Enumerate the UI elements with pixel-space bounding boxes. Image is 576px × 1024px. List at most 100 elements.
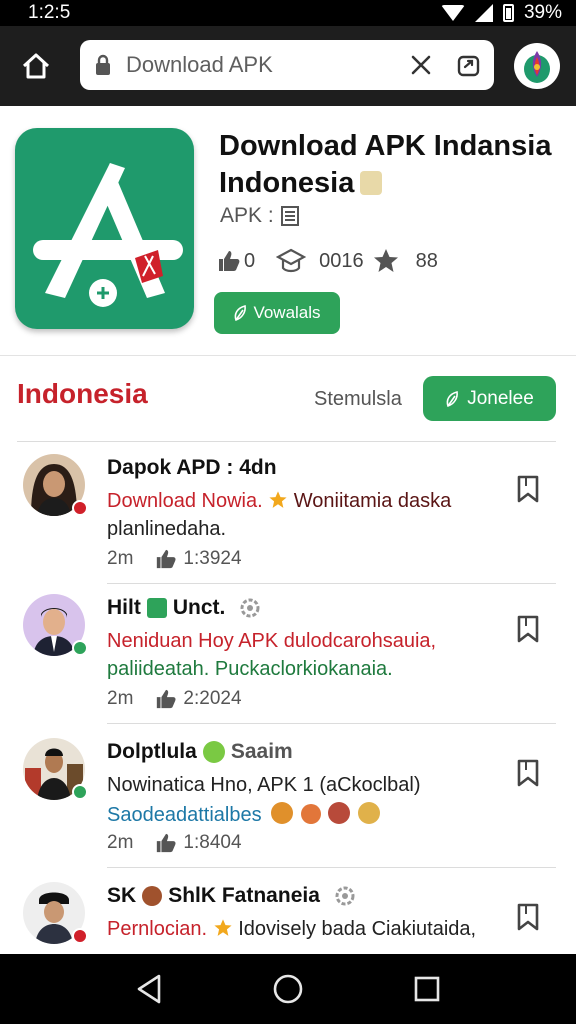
row-divider bbox=[107, 723, 556, 724]
comment-text-line1: Download Nowia. Woniitamia daska bbox=[107, 490, 507, 513]
download-button[interactable]: Vowalals bbox=[214, 292, 340, 334]
bookmark-button[interactable] bbox=[513, 472, 543, 506]
app-logo[interactable] bbox=[15, 128, 194, 329]
comment-author[interactable]: Dapok APD : 4dn bbox=[107, 456, 277, 480]
cap-icon bbox=[275, 248, 307, 274]
list-item[interactable]: Dapok APD : 4dn Download Nowia. Woniitam… bbox=[0, 444, 576, 584]
comment-author-name: Dolptlula bbox=[107, 740, 197, 763]
emoji-icon bbox=[271, 802, 294, 824]
stat-count: 0016 bbox=[319, 249, 364, 272]
settings-icon bbox=[335, 886, 355, 906]
star-emoji-icon bbox=[269, 491, 287, 508]
section-title: Indonesia bbox=[17, 378, 148, 409]
comment-author-tag: ShlK Fatnaneia bbox=[168, 884, 320, 907]
comment-text-line2: paliideatah. Puckaclorkiokanaia. bbox=[107, 658, 393, 680]
bookmark-button[interactable] bbox=[513, 612, 543, 646]
bookmark-icon bbox=[517, 475, 539, 503]
url-bar[interactable]: Download APK bbox=[80, 40, 494, 90]
avatar-emoji-icon bbox=[142, 886, 163, 906]
emoji-icon bbox=[300, 804, 321, 824]
app-title-line1: Download APK Indansia bbox=[219, 130, 552, 162]
bookmark-button[interactable] bbox=[513, 900, 543, 934]
status-time: 1:2:5 bbox=[28, 2, 71, 23]
profile-button[interactable] bbox=[514, 43, 560, 89]
section-link[interactable]: Stemulsla bbox=[314, 388, 402, 411]
home-circle-icon bbox=[273, 974, 303, 1004]
comment-time: 2m bbox=[107, 548, 134, 569]
leaf-badge-icon bbox=[146, 598, 167, 618]
comment-text: Idovisely bada Ciakiutaida, bbox=[238, 918, 477, 940]
comment-meta: 2m 1:8404 bbox=[107, 832, 242, 854]
leaf-icon bbox=[446, 390, 459, 407]
comment-author-tag: Unct. bbox=[172, 596, 226, 619]
recents-button[interactable] bbox=[405, 967, 449, 1011]
follow-button[interactable]: Jonelee bbox=[423, 376, 556, 421]
url-text[interactable]: Download APK bbox=[126, 52, 404, 78]
comment-meta: 2m 1:3924 bbox=[107, 548, 242, 570]
verified-badge bbox=[72, 784, 88, 800]
section-divider bbox=[17, 441, 556, 442]
profile-icon bbox=[524, 51, 550, 83]
share-button[interactable] bbox=[452, 48, 486, 82]
star-emoji-icon bbox=[214, 919, 232, 936]
comment-text-line1: Pernlocian. Idovisely bada Ciakiutaida, bbox=[107, 918, 507, 941]
bookmark-icon bbox=[517, 903, 539, 931]
bookmark-button[interactable] bbox=[513, 756, 543, 790]
app-subtitle: APK : bbox=[220, 204, 300, 228]
comment-text-line2: Saodeadattialbes bbox=[107, 802, 507, 827]
like-button[interactable]: 2:2024 bbox=[155, 688, 242, 710]
comment-author-name: Hilt bbox=[107, 596, 141, 619]
document-icon bbox=[280, 206, 299, 226]
app-title-line2-wrap: Indonesia bbox=[219, 165, 569, 202]
status-icons: 39% bbox=[440, 2, 562, 24]
back-icon bbox=[138, 974, 161, 1004]
like-count: 2:2024 bbox=[183, 688, 242, 709]
bookmark-icon bbox=[517, 759, 539, 787]
comment-author[interactable]: Dolptlula Saaim bbox=[107, 740, 293, 764]
download-button-label: Vowalals bbox=[253, 303, 321, 322]
home-nav-button[interactable] bbox=[266, 967, 310, 1011]
signal-icon bbox=[474, 4, 493, 22]
comment-text: Saodeadattialbes bbox=[107, 804, 262, 826]
battery-level: 39% bbox=[523, 2, 562, 23]
share-icon bbox=[457, 55, 480, 77]
leaf-badge-icon bbox=[202, 741, 225, 763]
star-icon bbox=[370, 248, 402, 274]
home-icon bbox=[22, 53, 50, 79]
comment-highlight: Download Nowia. bbox=[107, 490, 263, 512]
app-subtitle-text: APK : bbox=[220, 204, 274, 227]
like-button[interactable]: 1:3924 bbox=[155, 548, 242, 570]
comment-text: Woniitamia daska bbox=[293, 490, 452, 512]
thumbs-up-icon bbox=[157, 549, 176, 569]
list-item[interactable]: SK ShlK Fatnaneia Pernlocian. Idovisely … bbox=[0, 872, 576, 954]
comment-author[interactable]: Hilt Unct. bbox=[107, 596, 261, 620]
list-item[interactable]: Hilt Unct. Neniduan Hoy APK dulodcarohsa… bbox=[0, 584, 576, 724]
comment-text-line2: planlinedaha. bbox=[107, 518, 226, 540]
bookmark-icon bbox=[517, 615, 539, 643]
status-badge bbox=[72, 500, 88, 516]
like-count: 1:8404 bbox=[183, 832, 242, 853]
like-button[interactable]: 1:8404 bbox=[155, 832, 242, 854]
comment-time: 2m bbox=[107, 688, 134, 709]
emoji-icon bbox=[357, 802, 380, 824]
wifi-icon bbox=[440, 5, 465, 21]
app-title-line2: Indonesia bbox=[219, 167, 355, 199]
home-button[interactable] bbox=[17, 47, 55, 85]
row-divider bbox=[107, 867, 556, 868]
stat-likes: 0 bbox=[244, 249, 256, 272]
app-title: Download APK Indansia Indonesia bbox=[219, 128, 569, 202]
clear-url-button[interactable] bbox=[404, 48, 438, 82]
recents-icon bbox=[414, 976, 439, 1002]
status-bar: 1:2:5 39% bbox=[0, 0, 576, 26]
browser-toolbar: Download APK bbox=[0, 26, 576, 106]
stat-rating: 88 bbox=[415, 249, 438, 272]
thumbs-up-icon bbox=[216, 248, 242, 274]
app-header: Download APK Indansia Indonesia APK : 0 … bbox=[0, 106, 576, 356]
system-navigation-bar bbox=[0, 954, 576, 1024]
emoji-icon bbox=[328, 802, 351, 824]
list-item[interactable]: Dolptlula Saaim Nowinatica Hno, APK 1 (a… bbox=[0, 728, 576, 868]
follow-button-label: Jonelee bbox=[467, 387, 534, 409]
back-button[interactable] bbox=[127, 967, 171, 1011]
comment-author[interactable]: SK ShlK Fatnaneia bbox=[107, 884, 356, 908]
comment-time: 2m bbox=[107, 832, 134, 853]
